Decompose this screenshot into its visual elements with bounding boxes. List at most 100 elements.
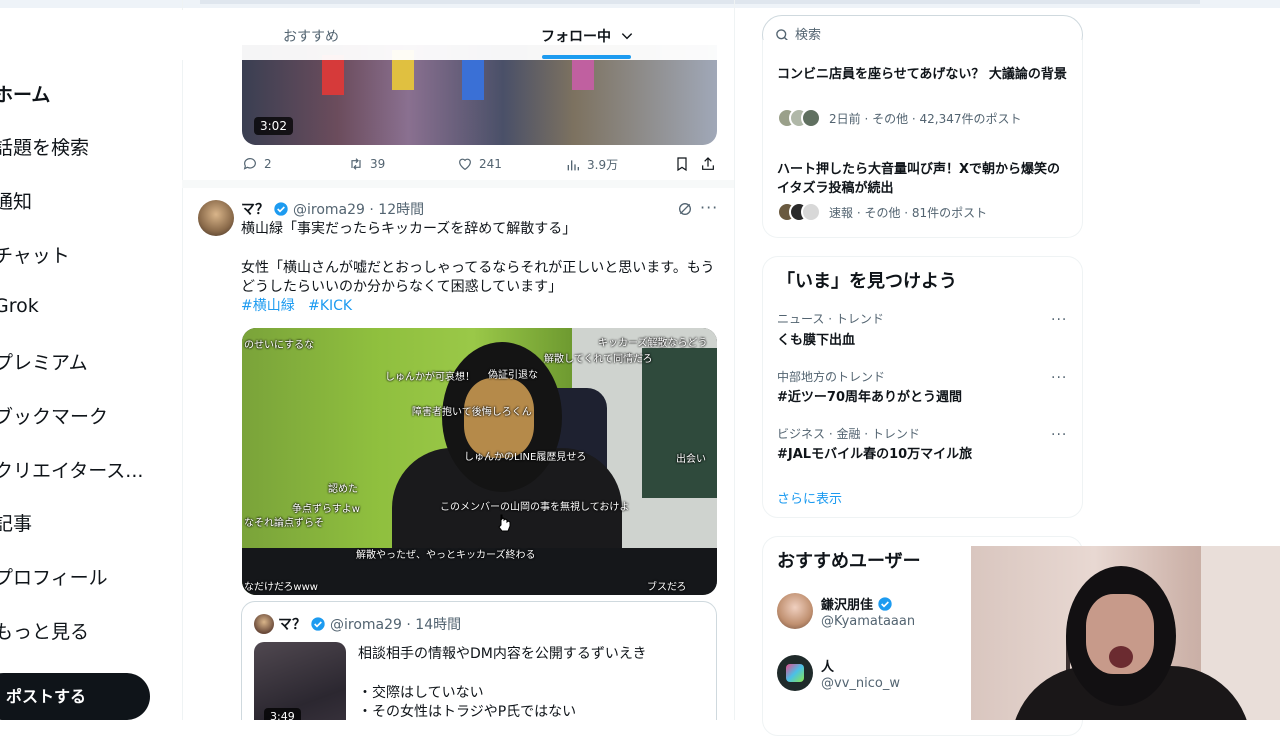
nav-premium[interactable]: プレミアム — [0, 348, 88, 375]
webcam-overlay — [971, 546, 1280, 720]
avatar[interactable] — [777, 655, 813, 691]
news-meta-text: 2日前 · その他 · 42,347件のポスト — [829, 111, 1022, 126]
trends-title: 「いま」を見つけよう — [777, 271, 957, 292]
author-meta: @iroma29 · 12時間 — [293, 202, 425, 218]
tab-following[interactable]: フォロー中 — [541, 26, 634, 46]
quoted-author-name: マ？ — [278, 617, 306, 633]
show-more-link[interactable]: さらに表示 — [777, 488, 842, 507]
nav-grok[interactable]: Grok — [0, 295, 39, 317]
video-comment: ブスだろ — [647, 582, 687, 593]
trend-category: ニュース · トレンド — [777, 312, 884, 326]
news-title[interactable]: コンビニ店員を座らせてあげない？ 大議論の背景 — [777, 65, 1067, 84]
post-hashtags: #横山緑 #KICK — [241, 297, 352, 316]
post-header: マ？ @iroma29 · 12時間 — [241, 199, 424, 219]
video-person-mask — [464, 378, 534, 458]
analytics-icon — [567, 159, 579, 170]
webcam-person-mouth — [1109, 646, 1133, 668]
post-button[interactable]: ポストする — [0, 673, 150, 720]
reply-icon — [243, 158, 256, 170]
hashtag-link[interactable]: #横山緑 — [241, 298, 295, 314]
quoted-post[interactable]: マ？ @iroma29 · 14時間 3:49 相談相手の情報やDM内容を公開す… — [241, 601, 717, 720]
nav-chat[interactable]: チャット — [0, 241, 70, 268]
trend-name[interactable]: くも膜下出血 — [777, 329, 855, 348]
trend-name[interactable]: #近ツー70周年ありがとう週間 — [777, 386, 962, 405]
grok-icon[interactable] — [677, 201, 693, 217]
user-name[interactable]: 鎌沢朋佳 — [821, 594, 893, 613]
quoted-video-thumbnail[interactable]: 3:49 — [254, 642, 346, 720]
verified-badge-icon — [311, 617, 325, 631]
column-divider — [734, 0, 735, 720]
hashtag-link[interactable]: #KICK — [308, 298, 352, 314]
chevron-down-icon — [621, 33, 633, 40]
video-comment: 解散してくれて同情だろ — [544, 354, 653, 365]
nav-bookmarks[interactable]: ブックマーク — [0, 402, 108, 429]
verified-badge-icon — [878, 596, 892, 611]
previous-post-video[interactable]: 3:02 — [242, 45, 717, 145]
nav-notifications[interactable]: 通知 — [0, 187, 32, 214]
app-logo-icon — [786, 664, 804, 682]
nav-home[interactable]: ホーム — [0, 80, 50, 107]
timeline: おすすめ フォロー中 3:02 2 39 241 3.9万 マ？ @iroma2… — [182, 0, 734, 720]
news-title[interactable]: ハート押したら大音量叫び声！Xで朝から爆笑のイタズラ投稿が続出 — [777, 160, 1067, 198]
video-comment: キッカーズ解散ならどう — [598, 338, 708, 349]
trends-card: 「いま」を見つけよう ニュース · トレンド くも膜下出血 ··· 中部地方のト… — [762, 256, 1083, 518]
author-name[interactable]: マ？ — [241, 199, 269, 219]
more-options-icon[interactable]: ··· — [700, 198, 718, 217]
view-count: 3.9万 — [587, 158, 619, 172]
tab-following-label: フォロー中 — [541, 29, 611, 45]
nav-profile[interactable]: プロフィール — [0, 563, 108, 590]
news-meta: 2日前 · その他 · 42,347件のポスト — [777, 108, 1022, 128]
avatar[interactable] — [777, 593, 813, 629]
nav-creator-studio[interactable]: クリエイタース... — [0, 456, 143, 483]
previous-post-actions: 2 39 241 3.9万 — [242, 156, 722, 176]
more-options-icon[interactable]: ··· — [1051, 312, 1067, 328]
news-avatars — [777, 202, 821, 222]
bookmark-button[interactable] — [674, 156, 690, 172]
news-meta: 速報 · その他 · 81件のポスト — [777, 202, 987, 222]
avatar — [254, 614, 274, 634]
post-divider — [182, 180, 734, 188]
video-comment: このメンバーの山岡の事を無視しておけよ — [440, 502, 630, 513]
user-handle: @Kyamataaan — [821, 614, 916, 629]
mouse-cursor-icon — [498, 514, 511, 532]
trend-category: 中部地方のトレンド — [777, 370, 886, 384]
user-name[interactable]: 人 — [821, 656, 834, 675]
video-comment: 認めた — [328, 484, 358, 495]
repost-button[interactable]: 39 — [348, 156, 385, 172]
video-duration: 3:02 — [254, 117, 293, 135]
user-handle: @vv_nico_w — [821, 676, 900, 691]
trend-name[interactable]: #JALモバイル春の10万マイル旅 — [777, 443, 972, 462]
video-duration: 3:49 — [264, 708, 301, 720]
avatar[interactable] — [198, 200, 234, 236]
nav-explore[interactable]: 話題を検索 — [0, 133, 89, 160]
bookmark-icon — [677, 157, 687, 172]
news-card: コンビニ店員を座らせてあげない？ 大議論の背景 2日前 · その他 · 42,3… — [762, 40, 1083, 238]
repost-count: 39 — [370, 157, 386, 171]
news-avatars — [777, 108, 821, 128]
nav-more[interactable]: もっと見る — [0, 617, 89, 644]
reply-button[interactable]: 2 — [242, 156, 272, 172]
nav-articles[interactable]: 記事 — [0, 509, 32, 536]
post-text-line: どうしたらいいのか分からなくて困惑しています」 — [241, 279, 563, 295]
tab-active-indicator — [542, 55, 631, 59]
video-frame-detail — [462, 60, 484, 100]
trend-category: ビジネス · 金融 · トレンド — [777, 427, 920, 441]
more-options-icon[interactable]: ··· — [1051, 370, 1067, 386]
quoted-author-meta: @iroma29 · 14時間 — [330, 617, 462, 633]
news-meta-text: 速報 · その他 · 81件のポスト — [829, 205, 988, 220]
like-button[interactable]: 241 — [457, 156, 502, 172]
post-text-line: 横山緑「事実だったらキッカーズを辞めて解散する」 — [241, 221, 577, 237]
share-icon — [702, 157, 714, 170]
verified-badge-icon — [274, 202, 288, 216]
video-comment: 偽証引退な — [488, 370, 538, 381]
more-options-icon[interactable]: ··· — [1051, 427, 1067, 443]
video-background — [642, 348, 717, 498]
share-button[interactable] — [700, 156, 716, 172]
views-button[interactable]: 3.9万 — [565, 156, 618, 173]
post-video[interactable]: のせいにするな しゅんかが可哀想！ 偽証引退な 障害者抱いて後悔しろくん キッカ… — [242, 328, 717, 595]
timeline-tabs: おすすめ フォロー中 — [182, 10, 734, 60]
video-comment: しゅんかが可哀想！ — [385, 372, 475, 383]
video-comment: 障害者抱いて後悔しろくん — [412, 407, 532, 418]
quoted-text-line: ・交際はしていない — [358, 685, 484, 701]
tab-recommended[interactable]: おすすめ — [283, 26, 339, 46]
